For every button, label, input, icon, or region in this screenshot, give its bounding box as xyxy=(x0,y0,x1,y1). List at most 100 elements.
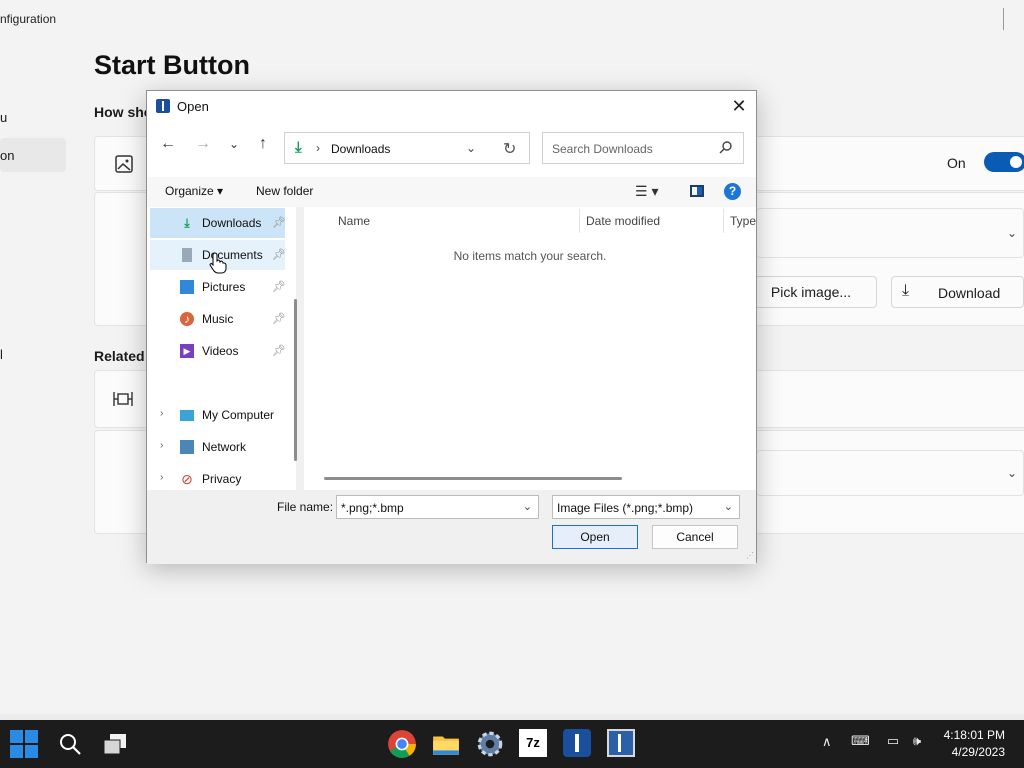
toggle-label: On xyxy=(947,155,966,171)
pick-image-button[interactable]: Pick image... xyxy=(745,276,877,308)
bg-nav-item[interactable]: l xyxy=(0,347,3,362)
address-bar[interactable]: ⤓ › Downloads ⌄ ↻ xyxy=(284,132,530,164)
search-icon xyxy=(719,141,732,154)
search-input[interactable]: Search Downloads xyxy=(542,132,744,164)
download-icon: ⤓ xyxy=(902,282,910,299)
horizontal-scrollbar[interactable] xyxy=(324,477,622,480)
chevron-right-icon[interactable]: › xyxy=(160,440,163,451)
toggle-switch[interactable] xyxy=(984,152,1024,172)
file-list-pane: Name Date modified Type No items match y… xyxy=(304,207,756,490)
pin-icon: 📌︎ xyxy=(272,249,286,261)
column-header-name[interactable]: Name xyxy=(338,214,370,228)
related-heading: Related xyxy=(94,348,145,364)
file-name-value: *.png;*.bmp xyxy=(341,501,404,515)
breadcrumb-location[interactable]: Downloads xyxy=(331,142,390,156)
windows-logo-tile xyxy=(25,730,38,743)
chevron-down-icon[interactable]: ⌄ xyxy=(523,500,532,513)
app-icon[interactable] xyxy=(563,729,591,757)
open-file-dialog: Open ✕ ← → ⌄ ↑ ⤓ › Downloads ⌄ ↻ Search … xyxy=(146,90,757,564)
task-view-icon[interactable] xyxy=(102,732,128,756)
music-icon: ♪ xyxy=(180,312,194,326)
nav-item-downloads[interactable]: ⤓ Downloads 📌︎ xyxy=(150,208,286,238)
search-icon[interactable] xyxy=(57,731,83,757)
dialog-titlebar[interactable]: Open ✕ xyxy=(147,91,756,121)
windows-logo-tile xyxy=(10,745,23,758)
computer-icon xyxy=(180,410,194,421)
search-placeholder: Search Downloads xyxy=(552,142,653,156)
empty-message: No items match your search. xyxy=(453,249,607,263)
clock-date[interactable]: 4/29/2023 xyxy=(952,745,1005,759)
pin-icon: 📌︎ xyxy=(272,217,286,229)
breadcrumb-separator-icon: › xyxy=(316,141,320,155)
start-button[interactable] xyxy=(10,730,38,758)
chevron-down-icon[interactable]: ⌄ xyxy=(466,141,476,155)
pin-icon: 📌︎ xyxy=(272,345,286,357)
clock-time[interactable]: 4:18:01 PM xyxy=(944,728,1005,742)
keyboard-icon[interactable]: ⌨ xyxy=(851,733,870,751)
chevron-down-icon: ⌄ xyxy=(723,501,733,513)
column-divider[interactable] xyxy=(723,209,724,233)
back-button[interactable]: ← xyxy=(157,133,179,155)
chevron-up-icon[interactable]: ∧ xyxy=(822,734,832,750)
app-config-icon[interactable] xyxy=(607,729,635,757)
view-options-button[interactable]: ☰ ▾ xyxy=(635,183,658,200)
file-type-select[interactable]: Image Files (*.png;*.bmp) ⌄ xyxy=(552,495,740,519)
close-button[interactable]: ✕ xyxy=(728,95,750,117)
file-explorer-icon[interactable] xyxy=(431,729,461,759)
pin-icon: 📌︎ xyxy=(272,281,286,293)
pictures-icon xyxy=(180,280,194,294)
bg-nav-item[interactable]: u xyxy=(0,110,7,125)
preview-pane-icon[interactable] xyxy=(690,185,704,197)
up-button[interactable]: ↑ xyxy=(252,133,274,155)
hand-cursor-icon xyxy=(209,252,227,274)
windows-logo-tile xyxy=(25,745,38,758)
navigation-pane: ⤓ Downloads 📌︎ Documents 📌︎ Pictures 📌︎ … xyxy=(147,207,296,500)
bg-window-edge xyxy=(1003,8,1004,30)
nav-item-videos[interactable]: ▶ Videos 📌︎ xyxy=(150,336,286,366)
nav-item-network[interactable]: › Network xyxy=(150,432,285,462)
nav-item-label: Downloads xyxy=(202,216,262,230)
download-icon: ⤓ xyxy=(184,216,190,230)
settings-icon[interactable] xyxy=(475,729,505,759)
page-title: Start Button xyxy=(94,50,250,80)
bg-dropdown-2[interactable]: ⌄ xyxy=(756,450,1024,496)
file-type-value: Image Files (*.png;*.bmp) xyxy=(557,501,694,515)
network-icon[interactable]: ▭ xyxy=(884,733,902,751)
recent-locations-button[interactable]: ⌄ xyxy=(223,133,245,155)
open-button[interactable]: Open xyxy=(552,525,638,549)
file-name-field[interactable]: *.png;*.bmp ⌄ xyxy=(336,495,539,519)
7zip-icon[interactable]: 7z xyxy=(519,729,547,757)
dialog-toolbar: Organize ▾ New folder ☰ ▾ ? xyxy=(147,177,756,207)
bg-nav-item[interactable]: on xyxy=(0,148,14,163)
chevron-right-icon[interactable]: › xyxy=(160,408,163,419)
cancel-button[interactable]: Cancel xyxy=(652,525,738,549)
bg-dropdown[interactable]: ⌄ xyxy=(756,208,1024,258)
organize-button[interactable]: Organize ▾ xyxy=(165,184,223,198)
refresh-icon[interactable]: ↻ xyxy=(503,139,516,159)
section-heading: How sho xyxy=(94,104,153,120)
app-config-icon-mark xyxy=(618,734,621,752)
column-divider[interactable] xyxy=(579,209,580,233)
taskbar: 7z ∧ ⌨ ▭ 🕪︎ 4:18:01 PM 4/29/2023 xyxy=(0,720,1024,768)
column-header-type[interactable]: Type xyxy=(730,214,756,228)
download-label: Download xyxy=(938,285,1001,301)
download-button[interactable]: ⤓ Download xyxy=(891,276,1024,308)
chevron-right-icon[interactable]: › xyxy=(160,472,163,483)
column-header-date-modified[interactable]: Date modified xyxy=(586,214,660,228)
nav-item-my-computer[interactable]: › My Computer xyxy=(150,400,285,430)
nav-item-music[interactable]: ♪ Music 📌︎ xyxy=(150,304,286,334)
chrome-icon[interactable] xyxy=(387,729,417,759)
download-icon: ⤓ xyxy=(295,139,302,156)
file-name-label: File name: xyxy=(277,500,334,514)
nav-item-pictures[interactable]: Pictures 📌︎ xyxy=(150,272,286,302)
resize-grip-icon[interactable]: ⋰ xyxy=(746,551,754,560)
nav-item-label: Music xyxy=(202,312,234,326)
forward-button[interactable]: → xyxy=(192,133,214,155)
nav-pane-scrollbar[interactable] xyxy=(294,299,297,461)
videos-icon: ▶ xyxy=(180,344,194,358)
organize-label: Organize xyxy=(165,184,214,198)
volume-icon[interactable]: 🕪︎ xyxy=(908,733,926,751)
navigation-bar: ← → ⌄ ↑ ⤓ › Downloads ⌄ ↻ Search Downloa… xyxy=(147,121,756,177)
help-icon[interactable]: ? xyxy=(724,183,741,200)
new-folder-button[interactable]: New folder xyxy=(256,184,313,198)
